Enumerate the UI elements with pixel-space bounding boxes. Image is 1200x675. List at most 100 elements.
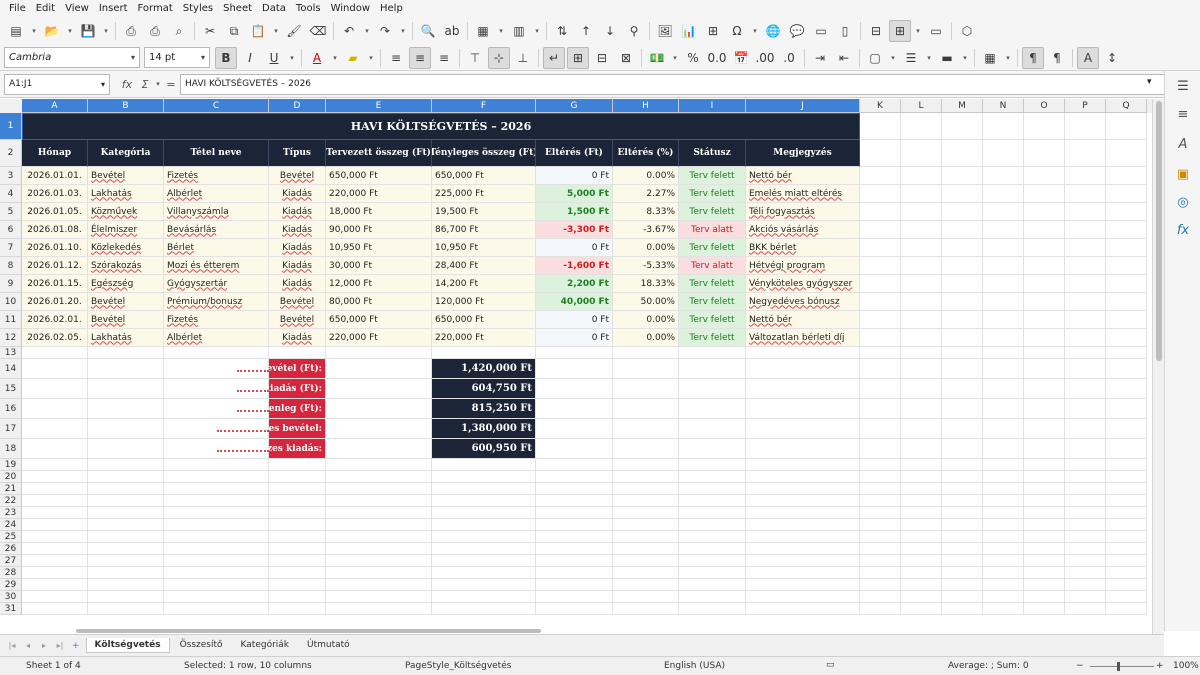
row-header-5[interactable]: 5 — [0, 203, 22, 221]
grid-cell[interactable] — [901, 399, 942, 419]
grid-cell[interactable] — [860, 459, 901, 471]
grid-cell[interactable] — [1106, 519, 1147, 531]
grid-cell[interactable] — [326, 399, 432, 419]
grid-cell[interactable] — [1065, 507, 1106, 519]
grid-cell[interactable] — [983, 113, 1024, 140]
grid-cell[interactable] — [536, 419, 613, 439]
underline-icon[interactable]: U — [263, 47, 285, 69]
column-title-5[interactable]: Tervezett összeg (Ft) — [326, 140, 432, 167]
table-cell-planned[interactable]: 18,000 Ft — [326, 203, 432, 221]
column-header-e[interactable]: E — [326, 99, 432, 113]
pivot-table-icon[interactable]: ⊞ — [702, 20, 724, 42]
grid-cell[interactable] — [1024, 221, 1065, 239]
grid-cell[interactable] — [536, 603, 613, 615]
grid-cell[interactable] — [746, 507, 860, 519]
grid-cell[interactable] — [746, 419, 860, 439]
table-cell-note[interactable]: Negyedéves bónusz — [746, 293, 860, 311]
table-cell-diff[interactable]: -1,600 Ft — [536, 257, 613, 275]
grid-cell[interactable] — [164, 603, 269, 615]
grid-cell[interactable] — [613, 419, 679, 439]
table-cell-pct[interactable]: 50.00% — [613, 293, 679, 311]
grid-cell[interactable] — [269, 531, 326, 543]
grid-cell[interactable] — [942, 567, 983, 579]
merge-center-icon[interactable]: ⊞ — [567, 46, 589, 69]
grid-cell[interactable] — [860, 483, 901, 495]
menu-view[interactable]: View — [60, 3, 94, 14]
table-cell-date[interactable]: 2026.02.05. — [22, 329, 88, 347]
grid-cell[interactable] — [88, 543, 164, 555]
grid-cell[interactable] — [901, 555, 942, 567]
grid-cell[interactable] — [164, 459, 269, 471]
grid-cell[interactable] — [901, 275, 942, 293]
align-bottom-icon[interactable]: ⊥ — [512, 47, 534, 69]
grid-cell[interactable] — [942, 379, 983, 399]
table-cell-actual[interactable]: 120,000 Ft — [432, 293, 536, 311]
grid-cell[interactable] — [1065, 275, 1106, 293]
grid-cell[interactable] — [1024, 399, 1065, 419]
row-header-12[interactable]: 12 — [0, 329, 22, 347]
clone-formatting-icon[interactable]: 🖌 — [283, 20, 305, 42]
grid-cell[interactable] — [1065, 591, 1106, 603]
grid-cell[interactable] — [746, 379, 860, 399]
grid-cell[interactable] — [679, 359, 746, 379]
grid-cell[interactable] — [983, 419, 1024, 439]
grid-cell[interactable] — [983, 567, 1024, 579]
grid-cell[interactable] — [983, 239, 1024, 257]
table-cell-pct[interactable]: 0.00% — [613, 311, 679, 329]
grid-cell[interactable] — [536, 347, 613, 359]
cut-icon[interactable]: ✂ — [199, 20, 221, 42]
table-cell-diff[interactable]: 0 Ft — [536, 167, 613, 185]
grid-cell[interactable] — [164, 555, 269, 567]
grid-cell[interactable] — [432, 603, 536, 615]
grid-cell[interactable] — [269, 471, 326, 483]
grid-cell[interactable] — [679, 495, 746, 507]
grid-cell[interactable] — [942, 591, 983, 603]
grid-cell[interactable] — [746, 439, 860, 459]
grid-cell[interactable] — [326, 519, 432, 531]
grid-cell[interactable] — [269, 495, 326, 507]
grid-cell[interactable] — [326, 591, 432, 603]
grid-cell[interactable] — [613, 507, 679, 519]
table-cell-type[interactable]: Bevétel — [269, 293, 326, 311]
grid-cell[interactable] — [1065, 311, 1106, 329]
menu-format[interactable]: Format — [133, 3, 178, 14]
grid-cell[interactable] — [983, 311, 1024, 329]
grid-cell[interactable] — [1065, 567, 1106, 579]
grid-cell[interactable] — [88, 379, 164, 399]
grid-cell[interactable] — [432, 567, 536, 579]
menu-styles[interactable]: Styles — [178, 3, 218, 14]
grid-cell[interactable] — [983, 167, 1024, 185]
table-cell-note[interactable]: Téli fogyasztás — [746, 203, 860, 221]
table-cell-note[interactable]: Hétvégi program — [746, 257, 860, 275]
grid-cell[interactable] — [1024, 483, 1065, 495]
grid-cell[interactable] — [679, 471, 746, 483]
add-sheet-icon[interactable]: + — [72, 641, 80, 651]
grid-cell[interactable] — [1065, 167, 1106, 185]
grid-cell[interactable] — [326, 567, 432, 579]
bold-icon[interactable]: B — [215, 46, 237, 69]
grid-cell[interactable] — [983, 185, 1024, 203]
grid-cell[interactable] — [901, 167, 942, 185]
grid-cell[interactable] — [1024, 579, 1065, 591]
grid-cell[interactable] — [983, 347, 1024, 359]
grid-cell[interactable] — [1106, 579, 1147, 591]
grid-cell[interactable] — [88, 471, 164, 483]
align-top-icon[interactable]: ⊤ — [464, 47, 486, 69]
table-cell-category[interactable]: Élelmiszer — [88, 221, 164, 239]
table-cell-pct[interactable]: 2.27% — [613, 185, 679, 203]
grid-cell[interactable] — [1106, 543, 1147, 555]
sheet-tab[interactable]: Költségvetés — [85, 638, 170, 653]
grid-cell[interactable] — [983, 293, 1024, 311]
grid-cell[interactable] — [983, 507, 1024, 519]
table-cell-item[interactable]: Gyógyszertár — [164, 275, 269, 293]
grid-cell[interactable] — [942, 203, 983, 221]
grid-cell[interactable] — [269, 555, 326, 567]
show-draw-functions-icon[interactable]: ▭ — [925, 20, 947, 42]
grid-cell[interactable] — [860, 399, 901, 419]
new-dropdown-icon[interactable]: ▾ — [29, 20, 39, 42]
grid-cell[interactable] — [983, 471, 1024, 483]
text-direction-rtl-icon[interactable]: ¶ — [1046, 47, 1068, 69]
grid-cell[interactable] — [746, 359, 860, 379]
grid-cell[interactable] — [942, 495, 983, 507]
grid-cell[interactable] — [536, 483, 613, 495]
